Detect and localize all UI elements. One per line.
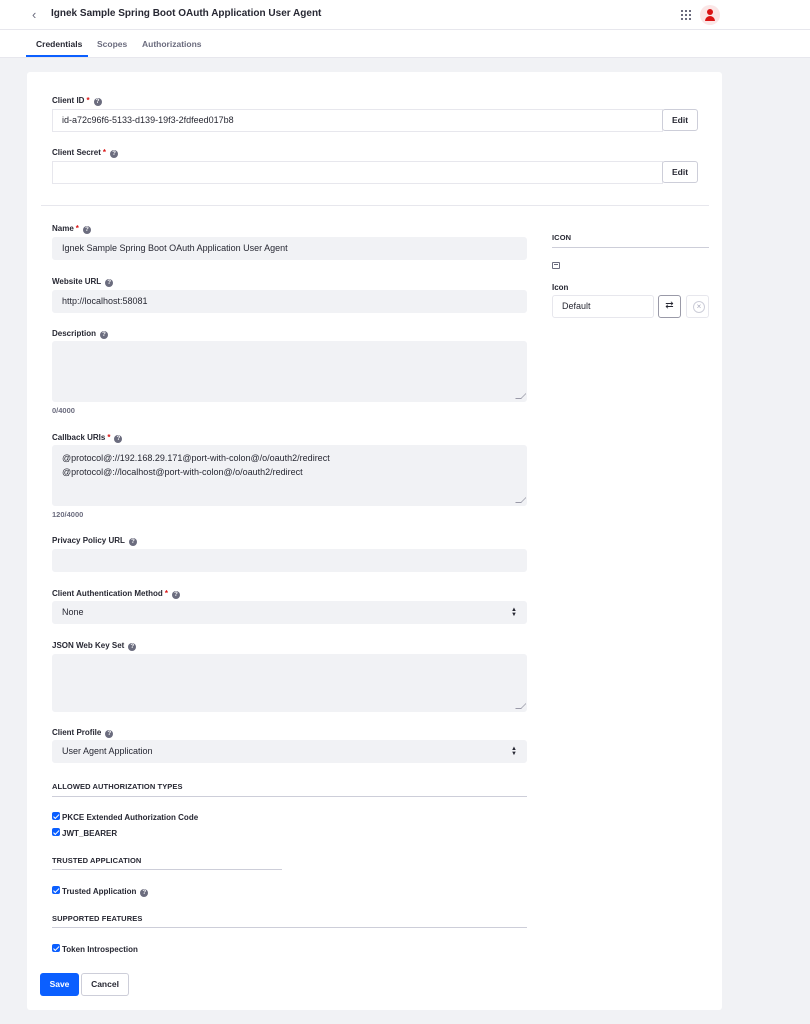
- pkce-checkbox-label: PKCE Extended Authorization Code: [62, 813, 199, 822]
- resize-handle[interactable]: [515, 393, 526, 399]
- website-url-input[interactable]: http://localhost:58081: [52, 290, 527, 313]
- help-icon[interactable]: ?: [105, 730, 114, 738]
- section-divider: [52, 796, 527, 797]
- callback-uris-textarea[interactable]: @protocol@://192.168.29.171@port-with-co…: [52, 445, 527, 506]
- description-textarea[interactable]: [52, 341, 527, 402]
- auth-method-label: Client Authentication Method *?: [52, 589, 180, 599]
- change-icon[interactable]: ⇄: [658, 295, 681, 318]
- help-icon[interactable]: ?: [105, 279, 114, 287]
- client-secret-edit-button[interactable]: Edit: [662, 161, 698, 183]
- callback-uris-counter: 120/4000: [52, 510, 84, 519]
- help-icon[interactable]: ?: [140, 889, 149, 897]
- trusted-application-heading: TRUSTED APPLICATION: [52, 856, 142, 865]
- privacy-policy-input[interactable]: [52, 549, 527, 572]
- trusted-application-checkbox[interactable]: [52, 886, 60, 894]
- back-icon[interactable]: ‹: [32, 7, 36, 22]
- description-label: Description?: [52, 329, 109, 339]
- active-tab-indicator: [26, 55, 88, 57]
- clear-icon[interactable]: [686, 295, 709, 318]
- help-icon[interactable]: ?: [93, 98, 102, 106]
- client-id-label: Client ID *?: [52, 96, 102, 106]
- token-introspection-checkbox-label: Token Introspection: [62, 945, 138, 954]
- jwks-label: JSON Web Key Set?: [52, 641, 137, 651]
- name-label: Name *?: [52, 224, 91, 234]
- select-arrow-icon: ▲ ▼: [511, 606, 517, 618]
- tab-bar: Credentials Scopes Authorizations: [0, 30, 810, 58]
- client-secret-field[interactable]: [52, 161, 663, 184]
- help-icon[interactable]: ?: [114, 435, 123, 443]
- icon-input[interactable]: Default: [552, 295, 654, 318]
- auth-method-select[interactable]: None ▲ ▼: [52, 601, 527, 624]
- help-icon[interactable]: ?: [100, 331, 109, 339]
- client-profile-label: Client Profile?: [52, 728, 114, 738]
- name-input[interactable]: Ignek Sample Spring Boot OAuth Applicati…: [52, 237, 527, 260]
- icon-panel-heading: ICON: [552, 233, 572, 242]
- jwt-bearer-checkbox[interactable]: [52, 828, 60, 836]
- trusted-application-checkbox-label: Trusted Application?: [62, 887, 149, 897]
- pkce-checkbox[interactable]: [52, 812, 60, 820]
- help-icon[interactable]: ?: [171, 591, 180, 599]
- apps-grid-icon[interactable]: [681, 10, 691, 20]
- resize-handle[interactable]: [515, 497, 526, 503]
- image-icon: [552, 262, 560, 269]
- section-divider: [52, 869, 282, 870]
- tab-scopes[interactable]: Scopes: [97, 39, 127, 49]
- divider: [41, 205, 709, 206]
- callback-uris-label: Callback URIs *?: [52, 433, 123, 443]
- client-id-field[interactable]: id-a72c96f6-5133-d139-19f3-2fdfeed017b8: [52, 109, 663, 132]
- website-url-label: Website URL?: [52, 277, 114, 287]
- cancel-button[interactable]: Cancel: [81, 973, 129, 996]
- tab-authorizations[interactable]: Authorizations: [142, 39, 202, 49]
- privacy-policy-label: Privacy Policy URL?: [52, 536, 137, 546]
- resize-handle[interactable]: [515, 703, 526, 709]
- top-bar: ‹ Ignek Sample Spring Boot OAuth Applica…: [0, 0, 810, 30]
- section-divider: [52, 927, 527, 928]
- page-title: Ignek Sample Spring Boot OAuth Applicati…: [51, 8, 322, 19]
- client-secret-label: Client Secret *?: [52, 148, 119, 158]
- help-icon[interactable]: ?: [82, 226, 91, 234]
- client-profile-select[interactable]: User Agent Application ▲ ▼: [52, 740, 527, 763]
- jwks-textarea[interactable]: [52, 654, 527, 712]
- description-counter: 0/4000: [52, 406, 75, 415]
- tab-credentials[interactable]: Credentials: [36, 39, 82, 49]
- icon-label: Icon: [552, 283, 569, 292]
- help-icon[interactable]: ?: [110, 150, 119, 158]
- jwt-bearer-checkbox-label: JWT_BEARER: [62, 829, 118, 838]
- select-arrow-icon: ▲ ▼: [511, 745, 517, 757]
- save-button[interactable]: Save: [40, 973, 79, 996]
- supported-features-heading: SUPPORTED FEATURES: [52, 914, 143, 923]
- user-avatar-icon[interactable]: [700, 5, 720, 25]
- help-icon[interactable]: ?: [128, 643, 137, 651]
- client-id-edit-button[interactable]: Edit: [662, 109, 698, 131]
- allowed-auth-types-heading: ALLOWED AUTHORIZATION TYPES: [52, 782, 183, 791]
- token-introspection-checkbox[interactable]: [52, 944, 60, 952]
- section-divider: [552, 247, 709, 248]
- help-icon[interactable]: ?: [128, 538, 137, 546]
